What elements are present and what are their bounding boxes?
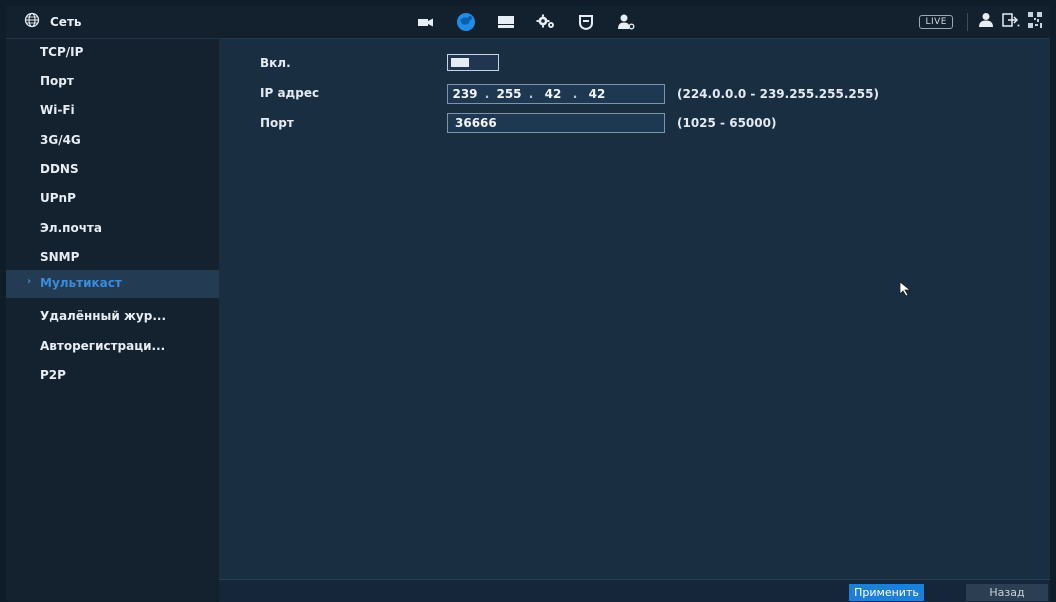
divider [967, 13, 968, 31]
ip-range-hint: (224.0.0.0 - 239.255.255.255) [677, 87, 879, 101]
port-range-hint: (1025 - 65000) [677, 116, 777, 130]
page-title: Сеть [50, 15, 82, 29]
qr-code-icon[interactable] [1028, 12, 1042, 32]
enable-toggle[interactable] [447, 54, 499, 71]
multicast-settings-panel: Вкл. IP адрес 239 . 255 . 42 . 42 (224.0… [219, 39, 1050, 579]
sidebar-item-ddns[interactable]: DDNS [6, 156, 219, 184]
sidebar-item-remote-log[interactable]: Удалённый жур... [6, 303, 219, 331]
sidebar-item-email[interactable]: Эл.почта [6, 215, 219, 243]
mouse-cursor-icon [899, 281, 913, 301]
ip-address-field[interactable]: 239 . 255 . 42 . 42 [447, 84, 665, 104]
ip-octet-1[interactable]: 239 [448, 87, 482, 101]
sidebar: TCP/IP Порт Wi-Fi 3G/4G DDNS UPnP Эл.поч… [6, 39, 219, 601]
menu-title: Сеть [24, 12, 82, 32]
enable-label: Вкл. [260, 56, 291, 70]
sidebar-item-p2p[interactable]: P2P [6, 362, 219, 390]
ip-dot: . [572, 87, 578, 101]
ip-dot: . [484, 87, 490, 101]
system-settings-icon[interactable] [530, 6, 562, 38]
sidebar-item-label: SNMP [40, 250, 80, 264]
sidebar-item-label: Эл.почта [40, 221, 102, 235]
header-right: LIVE [919, 6, 1042, 38]
sidebar-item-label: P2P [40, 368, 66, 382]
sidebar-item-label: TCP/IP [40, 45, 84, 59]
ip-octet-2[interactable]: 255 [492, 87, 526, 101]
apply-button[interactable]: Применить [849, 584, 924, 601]
ip-address-label: IP адрес [260, 86, 320, 100]
live-button[interactable]: LIVE [919, 15, 953, 29]
sidebar-item-label: UPnP [40, 191, 76, 205]
top-bar: Сеть LIVE [6, 6, 1050, 39]
storage-icon[interactable] [490, 6, 522, 38]
bottom-bar: Применить Назад [219, 579, 1050, 602]
sidebar-item-multicast[interactable]: › Мультикаст [6, 270, 219, 298]
sidebar-item-label: 3G/4G [40, 133, 81, 147]
network-icon[interactable] [450, 6, 482, 38]
sidebar-item-auto-register[interactable]: Авторегистраци... [6, 333, 219, 361]
security-shield-icon[interactable] [570, 6, 602, 38]
sidebar-item-snmp[interactable]: SNMP [6, 244, 219, 272]
sidebar-item-label: Wi-Fi [40, 103, 75, 117]
camera-icon[interactable] [410, 6, 442, 38]
sidebar-item-label: Мультикаст [40, 276, 122, 290]
sidebar-item-label: Авторегистраци... [40, 339, 166, 353]
sidebar-item-label: Порт [40, 74, 74, 88]
user-icon[interactable] [978, 12, 994, 32]
sidebar-item-tcpip[interactable]: TCP/IP [6, 39, 219, 67]
sidebar-item-3g4g[interactable]: 3G/4G [6, 127, 219, 155]
back-button[interactable]: Назад [966, 584, 1048, 601]
sidebar-item-wifi[interactable]: Wi-Fi [6, 97, 219, 125]
port-label: Порт [260, 116, 294, 130]
globe-icon [24, 12, 40, 32]
ip-dot: . [528, 87, 534, 101]
chevron-right-icon: › [27, 276, 32, 287]
ip-octet-4[interactable]: 42 [580, 87, 614, 101]
toggle-knob [451, 58, 469, 67]
port-field[interactable]: 36666 [447, 113, 665, 133]
account-icon[interactable] [610, 6, 642, 38]
sidebar-item-label: Удалённый жур... [40, 309, 167, 323]
sidebar-item-port[interactable]: Порт [6, 68, 219, 96]
sidebar-item-upnp[interactable]: UPnP [6, 185, 219, 213]
ip-octet-3[interactable]: 42 [536, 87, 570, 101]
sidebar-item-label: DDNS [40, 162, 79, 176]
logout-icon[interactable] [1002, 12, 1020, 32]
main-nav [410, 6, 650, 38]
